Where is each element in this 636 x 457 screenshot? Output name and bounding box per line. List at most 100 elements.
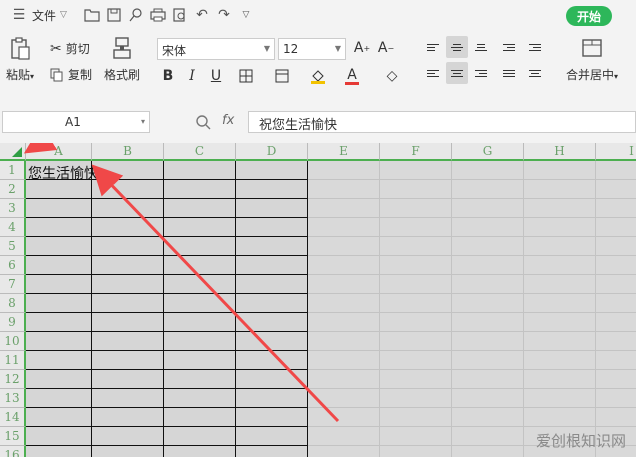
cell-a12[interactable] [26, 370, 92, 389]
row-header-6[interactable]: 6 [0, 256, 26, 275]
cell-e14[interactable] [308, 408, 380, 427]
cell-f10[interactable] [380, 332, 452, 351]
cell-d11[interactable] [236, 351, 308, 370]
cell-e15[interactable] [308, 427, 380, 446]
magnifier-icon[interactable] [195, 114, 211, 130]
cell-g16[interactable] [452, 446, 524, 457]
distributed-align-icon[interactable] [524, 62, 546, 84]
cell-e8[interactable] [308, 294, 380, 313]
cell-c13[interactable] [164, 389, 236, 408]
cell-c16[interactable] [164, 446, 236, 457]
cell-e4[interactable] [308, 218, 380, 237]
cell-d16[interactable] [236, 446, 308, 457]
cell-d5[interactable] [236, 237, 308, 256]
cell-a10[interactable] [26, 332, 92, 351]
redo-icon[interactable]: ↷ [213, 4, 235, 26]
cell-g6[interactable] [452, 256, 524, 275]
increase-indent-icon[interactable] [524, 36, 546, 58]
cell-d1[interactable] [236, 161, 308, 180]
border-icon[interactable] [236, 66, 256, 86]
row-header-8[interactable]: 8 [0, 294, 26, 313]
cell-f1[interactable] [380, 161, 452, 180]
cell-g12[interactable] [452, 370, 524, 389]
cell-d4[interactable] [236, 218, 308, 237]
cell-i6[interactable] [596, 256, 636, 275]
cell-d3[interactable] [236, 199, 308, 218]
column-header-a[interactable]: A [26, 143, 92, 161]
cell-h7[interactable] [524, 275, 596, 294]
font-color-button[interactable]: A [342, 66, 362, 86]
cell-i9[interactable] [596, 313, 636, 332]
cell-f8[interactable] [380, 294, 452, 313]
cell-c11[interactable] [164, 351, 236, 370]
row-header-1[interactable]: 1 [0, 161, 26, 180]
copy-button[interactable]: 复制 [50, 66, 92, 83]
select-all-corner[interactable] [0, 143, 26, 161]
cell-b9[interactable] [92, 313, 164, 332]
eraser-icon[interactable]: ◇ [382, 66, 402, 86]
row-header-11[interactable]: 11 [0, 351, 26, 370]
align-bottom-icon[interactable] [470, 36, 492, 58]
cell-c7[interactable] [164, 275, 236, 294]
row-header-3[interactable]: 3 [0, 199, 26, 218]
cell-i14[interactable] [596, 408, 636, 427]
column-header-i[interactable]: I [596, 143, 636, 161]
name-box[interactable]: A1 ▾ [2, 111, 150, 133]
italic-button[interactable]: I [182, 66, 202, 86]
cell-g11[interactable] [452, 351, 524, 370]
cell-a16[interactable] [26, 446, 92, 457]
cell-b5[interactable] [92, 237, 164, 256]
cell-f7[interactable] [380, 275, 452, 294]
cell-c14[interactable] [164, 408, 236, 427]
print-icon[interactable] [147, 4, 169, 26]
cell-b2[interactable] [92, 180, 164, 199]
cell-g15[interactable] [452, 427, 524, 446]
fx-label[interactable]: fx [222, 113, 234, 128]
cell-a9[interactable] [26, 313, 92, 332]
fill-color-icon[interactable] [308, 66, 328, 86]
cell-g10[interactable] [452, 332, 524, 351]
cell-i12[interactable] [596, 370, 636, 389]
cell-c8[interactable] [164, 294, 236, 313]
cell-g14[interactable] [452, 408, 524, 427]
cell-h8[interactable] [524, 294, 596, 313]
cell-c4[interactable] [164, 218, 236, 237]
align-right-icon[interactable] [470, 62, 492, 84]
cell-b7[interactable] [92, 275, 164, 294]
column-header-h[interactable]: H [524, 143, 596, 161]
cell-e2[interactable] [308, 180, 380, 199]
worksheet-grid[interactable]: A B C D E F G H I 1 2 3 4 5 6 7 8 9 10 11 12 13 14 15 16 您生活愉快 爱… [0, 143, 636, 457]
cell-b3[interactable] [92, 199, 164, 218]
cell-d13[interactable] [236, 389, 308, 408]
cell-e9[interactable] [308, 313, 380, 332]
cell-i8[interactable] [596, 294, 636, 313]
font-size-select[interactable]: 12 ▼ [278, 38, 346, 60]
cell-d8[interactable] [236, 294, 308, 313]
cell-f14[interactable] [380, 408, 452, 427]
cell-a13[interactable] [26, 389, 92, 408]
column-header-e[interactable]: E [308, 143, 380, 161]
cell-c9[interactable] [164, 313, 236, 332]
cell-f12[interactable] [380, 370, 452, 389]
save-icon[interactable] [103, 4, 125, 26]
cell-i1[interactable] [596, 161, 636, 180]
cell-d14[interactable] [236, 408, 308, 427]
cell-d7[interactable] [236, 275, 308, 294]
align-top-icon[interactable] [422, 36, 444, 58]
hamburger-menu-icon[interactable]: ☰ [8, 4, 30, 26]
cell-d12[interactable] [236, 370, 308, 389]
cell-f11[interactable] [380, 351, 452, 370]
cell-a4[interactable] [26, 218, 92, 237]
cell-h4[interactable] [524, 218, 596, 237]
cell-c3[interactable] [164, 199, 236, 218]
cell-f9[interactable] [380, 313, 452, 332]
cell-b1[interactable] [92, 161, 164, 180]
justify-icon[interactable] [498, 62, 520, 84]
cell-h9[interactable] [524, 313, 596, 332]
cell-format-icon[interactable] [272, 66, 292, 86]
cell-f3[interactable] [380, 199, 452, 218]
cell-h6[interactable] [524, 256, 596, 275]
cell-h1[interactable] [524, 161, 596, 180]
cell-f4[interactable] [380, 218, 452, 237]
underline-button[interactable]: U [206, 66, 226, 86]
